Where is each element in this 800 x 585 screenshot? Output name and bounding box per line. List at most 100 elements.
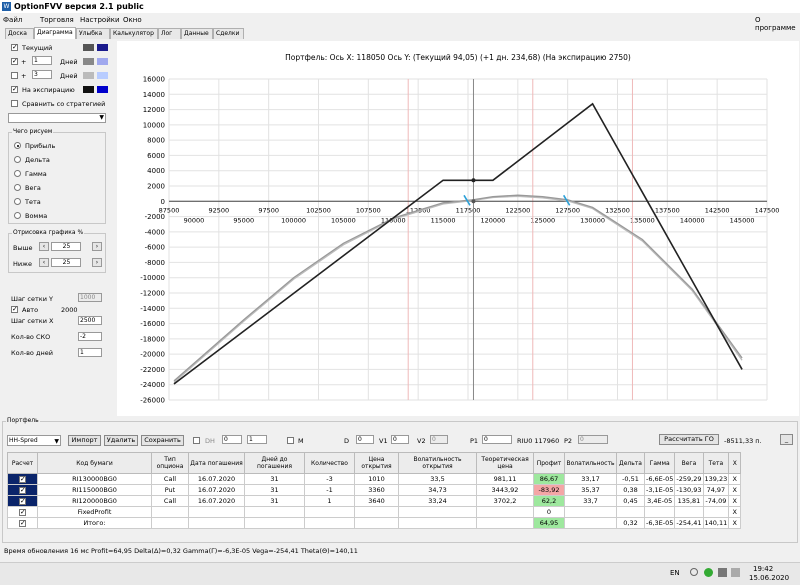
row-delete-button[interactable]: X bbox=[728, 473, 742, 485]
radio-theta[interactable] bbox=[14, 198, 21, 205]
table-row[interactable]: ✓ FixedProfit 0 X bbox=[7, 506, 742, 518]
tab-data[interactable]: Данные bbox=[181, 28, 213, 39]
tab-diagram[interactable]: Диаграмма bbox=[34, 27, 76, 39]
menu-settings[interactable]: Настройки bbox=[80, 16, 120, 24]
sko-input[interactable]: -2 bbox=[78, 332, 102, 341]
expiration-checkbox[interactable]: ✓ bbox=[11, 86, 18, 93]
col-header[interactable]: Волатильность bbox=[564, 452, 617, 474]
color-swatch[interactable] bbox=[83, 44, 94, 51]
delete-button[interactable]: Удалить bbox=[104, 435, 138, 446]
expiration-label: На экспирацию bbox=[22, 86, 75, 94]
strategy-select[interactable]: HH-Spred ▼ bbox=[7, 435, 61, 446]
row-calc-checkbox[interactable]: ✓ bbox=[7, 495, 38, 507]
calc-go-button[interactable]: Рассчитать ГО bbox=[659, 434, 719, 445]
col-header[interactable]: X bbox=[728, 452, 742, 474]
col-header[interactable]: Код бумаги bbox=[37, 452, 152, 474]
col-header[interactable]: Тип опциона bbox=[151, 452, 189, 474]
clock-time[interactable]: 19:42 bbox=[753, 565, 773, 573]
auto-checkbox[interactable]: ✓ bbox=[11, 306, 18, 313]
table-row[interactable]: ✓ RI115000BG0 Put 16.07.2020 31 -1 3360 34,73 34… bbox=[7, 484, 742, 496]
printer-icon[interactable] bbox=[731, 568, 740, 577]
menu-file[interactable]: Файл bbox=[3, 16, 22, 24]
menu-window[interactable]: Окно bbox=[123, 16, 142, 24]
col-header[interactable]: Дней до погашения bbox=[244, 452, 305, 474]
dh-checkbox[interactable] bbox=[193, 437, 200, 444]
row-delete-button[interactable]: X bbox=[728, 484, 742, 496]
above-increase-button[interactable]: › bbox=[92, 242, 102, 251]
dh-input-2[interactable]: 1 bbox=[247, 435, 267, 444]
m-checkbox[interactable] bbox=[287, 437, 294, 444]
p2-input[interactable]: 0 bbox=[578, 435, 608, 444]
d-input[interactable]: 0 bbox=[356, 435, 374, 444]
below-decrease-button[interactable]: ‹ bbox=[39, 258, 49, 267]
below-increase-button[interactable]: › bbox=[92, 258, 102, 267]
tab-calculator[interactable]: Калькулятор bbox=[110, 28, 158, 39]
tab-log[interactable]: Лог bbox=[158, 28, 181, 39]
v1-input[interactable]: 0 bbox=[391, 435, 409, 444]
tab-smile[interactable]: Улыбка bbox=[76, 28, 110, 39]
grid-x-input[interactable]: 2500 bbox=[78, 316, 102, 325]
color-swatch[interactable] bbox=[97, 58, 108, 65]
row-calc-checkbox[interactable]: ✓ bbox=[7, 484, 38, 496]
v2-input[interactable]: 0 bbox=[430, 435, 448, 444]
plus-days-checkbox-2[interactable] bbox=[11, 72, 18, 79]
row-calc-checkbox[interactable]: ✓ bbox=[7, 517, 38, 529]
radio-vomma[interactable] bbox=[14, 212, 21, 219]
color-swatch[interactable] bbox=[97, 86, 108, 93]
security-icon[interactable] bbox=[704, 568, 713, 577]
color-swatch[interactable] bbox=[83, 86, 94, 93]
col-header[interactable]: Теоретическая цена bbox=[476, 452, 534, 474]
current-checkbox[interactable]: ✓ bbox=[11, 44, 18, 51]
col-header[interactable]: Волатильность открытия bbox=[398, 452, 477, 474]
color-swatch[interactable] bbox=[83, 58, 94, 65]
above-input[interactable]: 25 bbox=[51, 242, 81, 251]
color-swatch[interactable] bbox=[97, 72, 108, 79]
radio-profit[interactable] bbox=[14, 142, 21, 149]
col-header[interactable]: Дата погашения bbox=[188, 452, 245, 474]
tab-board[interactable]: Доска bbox=[5, 28, 34, 39]
table-row[interactable]: ✓ Итого: 64,95 0,32 -6,3E-05 -254,41 140,11 X bbox=[7, 517, 742, 529]
volume-icon[interactable] bbox=[690, 568, 698, 576]
col-header[interactable]: Тета bbox=[702, 452, 730, 474]
p1-input[interactable]: 0 bbox=[482, 435, 512, 444]
col-header[interactable]: Вега bbox=[674, 452, 704, 474]
radio-vega[interactable] bbox=[14, 184, 21, 191]
below-input[interactable]: 25 bbox=[51, 258, 81, 267]
save-button[interactable]: Сохранить bbox=[141, 435, 184, 446]
dh-input-1[interactable]: 0 bbox=[222, 435, 242, 444]
row-calc-checkbox[interactable]: ✓ bbox=[7, 506, 38, 518]
row-delete-button[interactable]: X bbox=[728, 495, 742, 507]
radio-delta[interactable] bbox=[14, 156, 21, 163]
clock-date[interactable]: 15.06.2020 bbox=[749, 574, 789, 582]
radio-gamma[interactable] bbox=[14, 170, 21, 177]
col-header[interactable]: Количество bbox=[304, 452, 355, 474]
row-delete-button[interactable]: X bbox=[728, 517, 742, 529]
row-delete-button[interactable]: X bbox=[728, 506, 742, 518]
menu-about[interactable]: О программе bbox=[755, 16, 800, 32]
col-header[interactable]: Дельта bbox=[616, 452, 645, 474]
grid-y-input[interactable]: 1000 bbox=[78, 293, 102, 302]
table-row[interactable]: ✓ RI130000BG0 Call 16.07.2020 31 -3 1010 33,5 98… bbox=[7, 473, 742, 485]
days-input-2[interactable]: 3 bbox=[32, 70, 52, 79]
color-swatch[interactable] bbox=[83, 72, 94, 79]
plus-days-checkbox-1[interactable]: ✓ bbox=[11, 58, 18, 65]
tab-deals[interactable]: Сделки bbox=[213, 28, 244, 39]
minimize-button[interactable]: _ bbox=[780, 434, 793, 445]
menu-trading[interactable]: Торговля bbox=[40, 16, 74, 24]
above-decrease-button[interactable]: ‹ bbox=[39, 242, 49, 251]
days-input-1[interactable]: 1 bbox=[32, 56, 52, 65]
col-header[interactable]: Расчет bbox=[7, 452, 38, 474]
color-swatch[interactable] bbox=[97, 44, 108, 51]
col-header[interactable]: Гамма bbox=[643, 452, 676, 474]
compare-checkbox[interactable] bbox=[11, 100, 18, 107]
language-indicator[interactable]: EN bbox=[670, 569, 680, 577]
table-row[interactable]: ✓ RI120000BG0 Call 16.07.2020 31 1 3640 33,24 37… bbox=[7, 495, 742, 507]
strategy-compare-select[interactable]: ▼ bbox=[8, 113, 106, 123]
row-calc-checkbox[interactable]: ✓ bbox=[7, 473, 38, 485]
col-header[interactable]: Цена открытия bbox=[354, 452, 399, 474]
days-count-input[interactable]: 1 bbox=[78, 348, 102, 357]
import-button[interactable]: Импорт bbox=[68, 435, 101, 446]
col-header[interactable]: Профит bbox=[533, 452, 565, 474]
radio-delta-label: Дельта bbox=[25, 156, 50, 164]
network-icon[interactable] bbox=[718, 568, 727, 577]
